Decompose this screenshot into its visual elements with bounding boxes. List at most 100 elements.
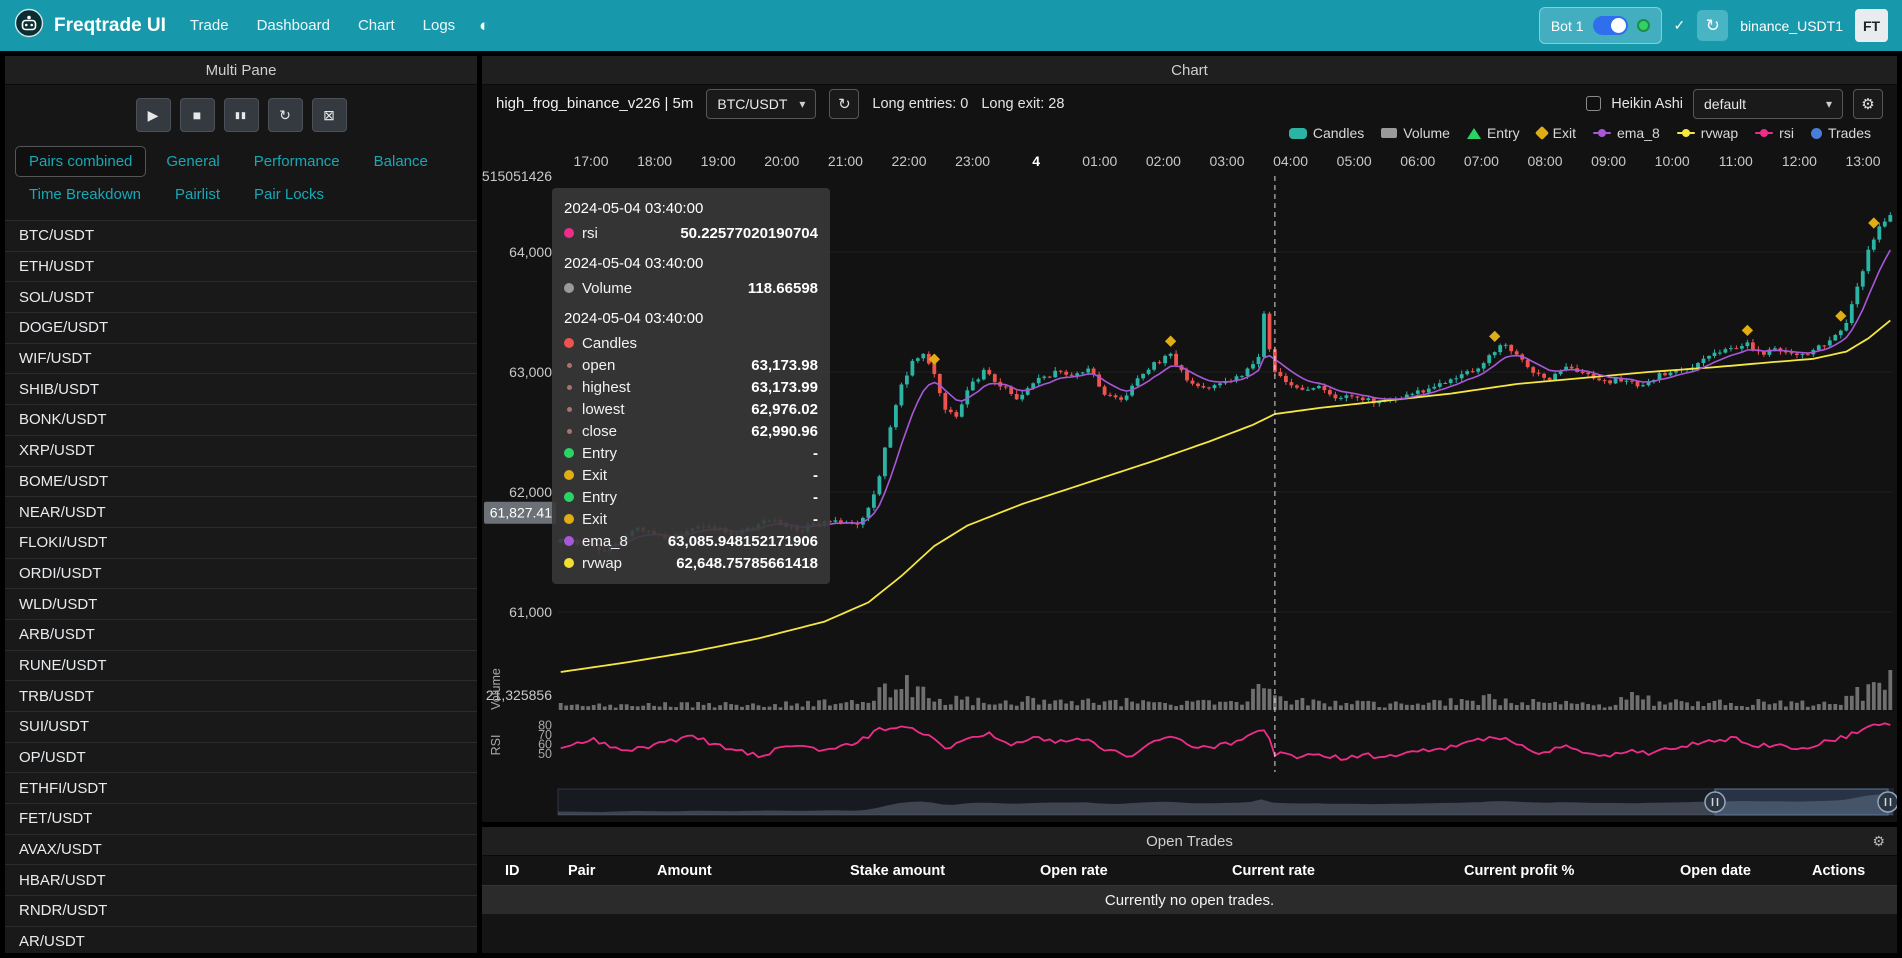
legend-item-trades[interactable]: Trades bbox=[1811, 125, 1871, 141]
svg-text:62,000: 62,000 bbox=[509, 484, 552, 500]
clear-button[interactable]: ⊠ bbox=[312, 98, 347, 132]
bot-selector[interactable]: Bot 1 bbox=[1539, 7, 1662, 44]
heikin-ashi-label: Heikin Ashi bbox=[1611, 96, 1683, 112]
pair-row-ethfi-usdt[interactable]: ETHFI/USDT bbox=[5, 773, 477, 804]
pair-row-rndr-usdt[interactable]: RNDR/USDT bbox=[5, 896, 477, 927]
sidebar-tab-general[interactable]: General bbox=[152, 146, 233, 177]
legend-item-ema-8[interactable]: ema_8 bbox=[1593, 125, 1660, 141]
svg-text:13:00: 13:00 bbox=[1845, 153, 1880, 169]
svg-text:20:00: 20:00 bbox=[764, 153, 799, 169]
pair-row-xrp-usdt[interactable]: XRP/USDT bbox=[5, 436, 477, 467]
play-button[interactable]: ▶ bbox=[136, 98, 171, 132]
pair-row-wif-usdt[interactable]: WIF/USDT bbox=[5, 344, 477, 375]
candles-marker-icon bbox=[1289, 128, 1307, 139]
legend-item-rsi[interactable]: rsi bbox=[1755, 125, 1794, 141]
svg-text:64,000: 64,000 bbox=[509, 244, 552, 260]
pair-row-op-usdt[interactable]: OP/USDT bbox=[5, 743, 477, 774]
svg-text:01:00: 01:00 bbox=[1082, 153, 1117, 169]
pair-row-arb-usdt[interactable]: ARB/USDT bbox=[5, 620, 477, 651]
pause-button[interactable]: ▮▮ bbox=[224, 98, 259, 132]
sidebar-tab-balance[interactable]: Balance bbox=[360, 146, 442, 177]
pair-row-fet-usdt[interactable]: FET/USDT bbox=[5, 804, 477, 835]
legend-label: Trades bbox=[1828, 125, 1871, 141]
col-header-open-date[interactable]: Open date bbox=[1680, 863, 1751, 879]
legend-item-candles[interactable]: Candles bbox=[1289, 125, 1364, 141]
chart-panel-header: Chart bbox=[482, 56, 1897, 85]
sidebar-tab-time-breakdown[interactable]: Time Breakdown bbox=[15, 179, 155, 210]
col-header-open-rate[interactable]: Open rate bbox=[1040, 863, 1108, 879]
volume-marker-icon bbox=[1381, 128, 1397, 138]
brand[interactable]: Freqtrade UI bbox=[14, 8, 166, 43]
col-header-current-profit[interactable]: Current profit % bbox=[1464, 863, 1574, 879]
legend-item-volume[interactable]: Volume bbox=[1381, 125, 1450, 141]
svg-text:17:00: 17:00 bbox=[573, 153, 608, 169]
svg-text:09:00: 09:00 bbox=[1591, 153, 1626, 169]
pair-row-wld-usdt[interactable]: WLD/USDT bbox=[5, 589, 477, 620]
freqtrade-logo-icon bbox=[14, 8, 44, 43]
nav-link-logs[interactable]: Logs bbox=[423, 17, 456, 34]
global-refresh-button[interactable]: ↻ bbox=[1697, 10, 1728, 41]
col-header-current-rate[interactable]: Current rate bbox=[1232, 863, 1315, 879]
pair-row-ordi-usdt[interactable]: ORDI/USDT bbox=[5, 559, 477, 590]
price-chart[interactable]: 64,00063,00062,00061,00051505142617:0018… bbox=[482, 144, 1897, 822]
pair-row-bonk-usdt[interactable]: BONK/USDT bbox=[5, 405, 477, 436]
pair-row-sol-usdt[interactable]: SOL/USDT bbox=[5, 282, 477, 313]
pair-row-ar-usdt[interactable]: AR/USDT bbox=[5, 927, 477, 953]
pair-row-sui-usdt[interactable]: SUI/USDT bbox=[5, 712, 477, 743]
sidebar-tab-pairs-combined[interactable]: Pairs combined bbox=[15, 146, 146, 177]
pair-row-doge-usdt[interactable]: DOGE/USDT bbox=[5, 313, 477, 344]
chart-refresh-button[interactable]: ↻ bbox=[829, 89, 859, 119]
pair-row-avax-usdt[interactable]: AVAX/USDT bbox=[5, 835, 477, 866]
nav-link-trade[interactable]: Trade bbox=[190, 17, 229, 34]
svg-text:06:00: 06:00 bbox=[1400, 153, 1435, 169]
plot-config-value: default bbox=[1704, 96, 1746, 112]
pair-row-bome-usdt[interactable]: BOME/USDT bbox=[5, 467, 477, 498]
svg-text:11:00: 11:00 bbox=[1719, 153, 1753, 169]
pair-row-shib-usdt[interactable]: SHIB/USDT bbox=[5, 374, 477, 405]
col-header-stake-amount[interactable]: Stake amount bbox=[850, 863, 945, 879]
plot-settings-button[interactable]: ⚙ bbox=[1853, 89, 1883, 119]
pair-row-hbar-usdt[interactable]: HBAR/USDT bbox=[5, 865, 477, 896]
col-header-id[interactable]: ID bbox=[505, 863, 520, 879]
sidebar-tab-pair-locks[interactable]: Pair Locks bbox=[240, 179, 338, 210]
navbar-left: Freqtrade UI Trade Dashboard Chart Logs ◐ bbox=[14, 8, 489, 43]
legend-label: rsi bbox=[1779, 125, 1794, 141]
app-root: Freqtrade UI Trade Dashboard Chart Logs ◐ B… bbox=[0, 0, 1902, 958]
nav-link-dashboard[interactable]: Dashboard bbox=[257, 17, 330, 34]
plot-config-select[interactable]: default ▾ bbox=[1693, 89, 1843, 119]
svg-text:21:00: 21:00 bbox=[828, 153, 863, 169]
svg-text:Volume: Volume bbox=[489, 668, 503, 710]
col-header-pair[interactable]: Pair bbox=[568, 863, 595, 879]
bot-name-label[interactable]: binance_USDT1 bbox=[1740, 18, 1843, 34]
table-settings-icon[interactable]: ⚙ bbox=[1872, 833, 1885, 850]
legend-item-rvwap[interactable]: rvwap bbox=[1677, 125, 1738, 141]
pair-row-rune-usdt[interactable]: RUNE/USDT bbox=[5, 651, 477, 682]
pair-row-floki-usdt[interactable]: FLOKI/USDT bbox=[5, 528, 477, 559]
col-header-actions[interactable]: Actions bbox=[1812, 863, 1865, 879]
pair-row-btc-usdt[interactable]: BTC/USDT bbox=[5, 221, 477, 252]
pair-row-eth-usdt[interactable]: ETH/USDT bbox=[5, 252, 477, 283]
nav-link-chart[interactable]: Chart bbox=[358, 17, 395, 34]
avatar[interactable]: FT bbox=[1855, 9, 1888, 42]
navbar-right: Bot 1 ✓ ↻ binance_USDT1 FT bbox=[1539, 7, 1888, 44]
sidebar-tab-pairlist[interactable]: Pairlist bbox=[161, 179, 234, 210]
pair-row-trb-usdt[interactable]: TRB/USDT bbox=[5, 681, 477, 712]
svg-text:23:00: 23:00 bbox=[955, 153, 990, 169]
bot-toggle[interactable] bbox=[1593, 16, 1628, 35]
sidebar-title: Multi Pane bbox=[206, 62, 277, 79]
legend-item-exit[interactable]: Exit bbox=[1537, 125, 1576, 141]
pair-row-near-usdt[interactable]: NEAR/USDT bbox=[5, 497, 477, 528]
open-trades-panel: Open Trades ⚙ IDPairAmountStake amountOp… bbox=[482, 827, 1897, 953]
pair-select[interactable]: BTC/USDT ▾ bbox=[706, 89, 816, 119]
theme-toggle-icon[interactable]: ◐ bbox=[479, 16, 489, 36]
strategy-label: high_frog_binance_v226 | 5m bbox=[496, 95, 693, 112]
legend-item-entry[interactable]: Entry bbox=[1467, 125, 1520, 141]
bot-control-buttons: ▶ ■ ▮▮ ↻ ⊠ bbox=[5, 85, 477, 142]
svg-text:50: 50 bbox=[538, 747, 552, 761]
heikin-ashi-checkbox[interactable] bbox=[1586, 96, 1601, 111]
col-header-amount[interactable]: Amount bbox=[657, 863, 712, 879]
chart-canvas[interactable]: 64,00063,00062,00061,00051505142617:0018… bbox=[482, 144, 1897, 822]
stop-button[interactable]: ■ bbox=[180, 98, 215, 132]
reload-button[interactable]: ↻ bbox=[268, 98, 303, 132]
sidebar-tab-performance[interactable]: Performance bbox=[240, 146, 354, 177]
